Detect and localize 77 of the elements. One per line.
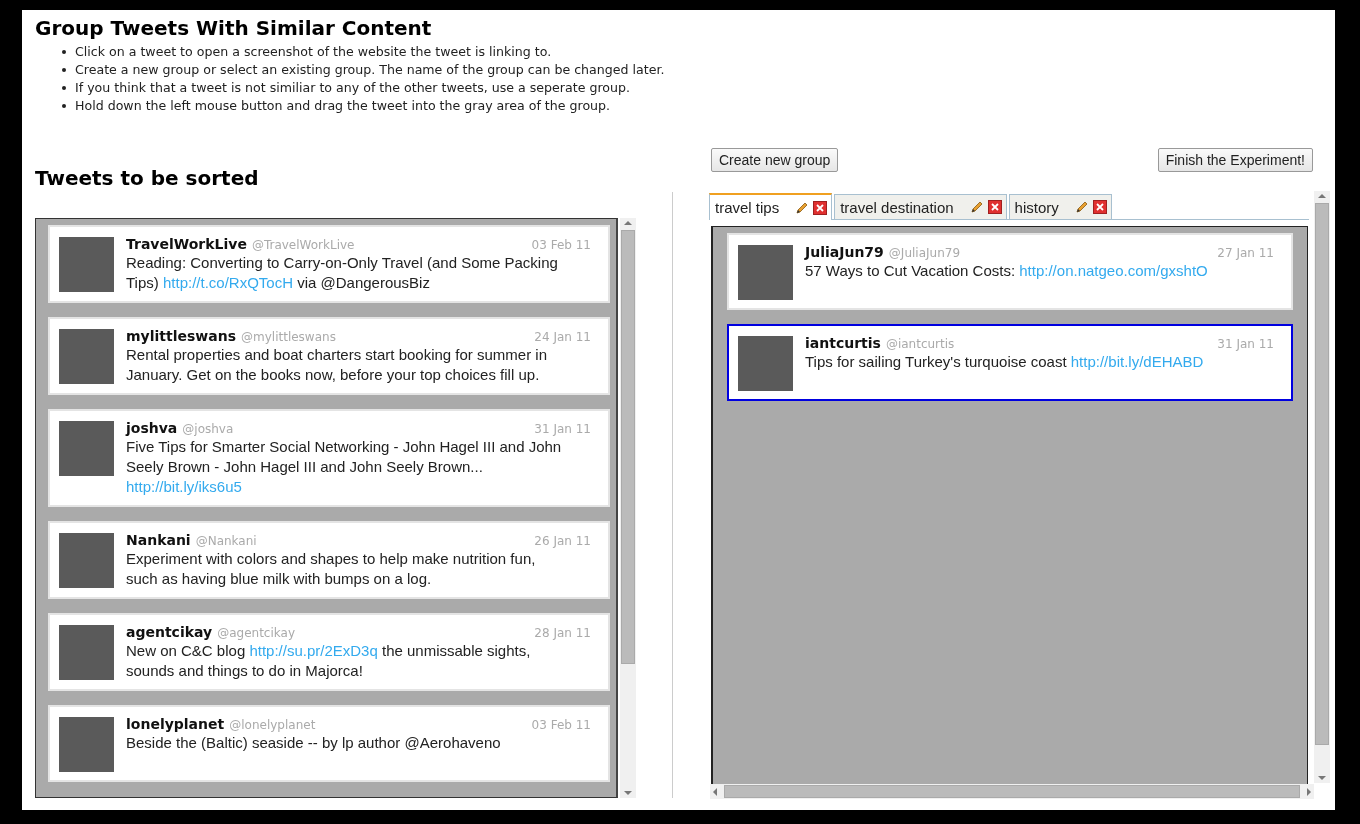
tweet-card[interactable]: joshva @joshva 31 Jan 11 Five Tips for Smarter Social Networking - John Hagel III and John Seely Brown - John Hagel III and John Seely Brown... http://bit.ly/iks6u5 <box>48 409 610 507</box>
bullet-icon <box>62 104 66 108</box>
scroll-down-arrow-icon[interactable] <box>623 788 633 798</box>
bullet-icon <box>62 86 66 90</box>
tweet-text: 57 Ways to Cut Vacation Costs: http://on.natgeo.com/gxshtO <box>805 261 1209 281</box>
tweet-text: Beside the (Baltic) seaside -- by lp author @Aerohaveno <box>126 733 502 753</box>
tweet-text: Five Tips for Smarter Social Networking - John Hagel III and John Seely Brown - John Hagel III and John Seely Brown... http://bit.ly/iks6u5 <box>126 437 563 497</box>
group-tab[interactable]: history <box>1008 194 1112 219</box>
avatar-placeholder <box>59 717 114 772</box>
instruction-text: Create a new group or select an existing group. The name of the group can be changed later. <box>75 61 665 79</box>
group-tab[interactable]: travel tips <box>709 193 833 220</box>
user-name: mylittleswans <box>126 328 236 344</box>
close-icon[interactable] <box>1092 200 1107 214</box>
tweet-card[interactable]: JuliaJun79 @JuliaJun79 27 Jan 11 57 Ways to Cut Vacation Costs: http://on.natgeo.com/gxshtO <box>727 233 1293 310</box>
tweet-card[interactable]: lonelyplanet @lonelyplanet 03 Feb 11 Beside the (Baltic) seaside -- by lp author @Aerohaveno <box>48 705 610 782</box>
tweet-card[interactable]: TravelWorkLive @TravelWorkLive 03 Feb 11 Reading: Converting to Carry-on-Only Travel (and Some Packing Tips) http://t.co/RxQTocH via @DangerousBiz <box>48 225 610 303</box>
scroll-down-arrow-icon[interactable] <box>1317 773 1327 783</box>
user-handle: @agentcikay <box>217 626 295 640</box>
scrollbar[interactable] <box>710 784 1314 799</box>
user-handle: @TravelWorkLive <box>251 238 355 252</box>
tweet-card[interactable]: agentcikay @agentcikay 28 Jan 11 New on C&C blog http://su.pr/2ExD3q the unmissable sights, sounds and things to do in Majorca! <box>48 613 610 691</box>
avatar-placeholder <box>59 421 114 476</box>
section-heading: Tweets to be sorted <box>35 166 260 190</box>
scrollbar[interactable] <box>620 218 636 798</box>
tweet-text: Tips for sailing Turkey's turquoise coast http://bit.ly/dEHABD <box>805 352 1205 372</box>
bullet-icon <box>62 68 66 72</box>
pencil-icon[interactable] <box>1074 200 1089 214</box>
tweet-text: Experiment with colors and shapes to help make nutrition fun, such as having blue milk with bumps on a log. <box>126 549 537 589</box>
user-handle: @joshva <box>182 422 234 436</box>
avatar-placeholder <box>59 533 114 588</box>
page-title: Group Tweets With Similar Content <box>35 16 433 40</box>
tweet-date: 26 Jan 11 <box>534 534 592 548</box>
user-name: agentcikay <box>126 624 213 640</box>
bullet-icon <box>62 50 66 54</box>
tweet-date: 24 Jan 11 <box>534 330 592 344</box>
user-name: iantcurtis <box>805 335 881 351</box>
close-icon[interactable] <box>813 200 828 215</box>
tweet-text: Reading: Converting to Carry-on-Only Travel (and Some Packing Tips) http://t.co/RxQTocH via @DangerousBiz <box>126 253 559 293</box>
user-name: Nankani <box>126 532 191 548</box>
tweet-date: 03 Feb 11 <box>531 238 592 252</box>
tweet-card[interactable]: Nankani @Nankani 26 Jan 11 Experiment with colors and shapes to help make nutrition fun, such as having blue milk with bumps on a log. <box>48 521 610 599</box>
avatar-placeholder <box>59 625 114 680</box>
user-handle: @lonelyplanet <box>229 718 316 732</box>
user-name: TravelWorkLive <box>126 236 247 252</box>
user-handle: @iantcurtis <box>885 337 955 351</box>
tweet-date: 03 Feb 11 <box>531 718 592 732</box>
user-handle: @mylittleswans <box>241 330 336 344</box>
tweet-date: 28 Jan 11 <box>534 626 592 640</box>
instruction-text: Hold down the left mouse button and drag the tweet into the gray area of the group. <box>75 97 611 115</box>
avatar-placeholder <box>59 329 114 384</box>
scroll-up-arrow-icon[interactable] <box>623 218 633 228</box>
scrollbar[interactable] <box>1314 191 1330 783</box>
avatar-placeholder <box>59 237 114 292</box>
scroll-up-arrow-icon[interactable] <box>1317 191 1327 201</box>
create-group-button[interactable]: Create new group <box>711 148 839 172</box>
finish-button[interactable]: Finish the Experiment! <box>1157 148 1313 172</box>
close-icon[interactable] <box>987 200 1002 214</box>
user-name: JuliaJun79 <box>805 244 884 260</box>
instruction-text: If you think that a tweet is not similiar to any of the other tweets, use a seperate group. <box>75 79 631 97</box>
group-tab[interactable]: travel destination <box>834 194 1007 219</box>
tweet-date: 31 Jan 11 <box>1217 337 1275 351</box>
tweet-text: Rental properties and boat charters start booking for summer in January. Get on the books now, before your top choices fill up. <box>126 345 549 385</box>
pencil-icon[interactable] <box>969 200 984 214</box>
tweet-card[interactable]: mylittleswans @mylittleswans 24 Jan 11 Rental properties and boat charters start booking for summer in January. Get on the books now, before your top choices fill up. <box>48 317 610 395</box>
user-name: lonelyplanet <box>126 716 225 732</box>
avatar-placeholder <box>738 336 793 391</box>
tweet-text: New on C&C blog http://su.pr/2ExD3q the unmissable sights, sounds and things to do in Majorca! <box>126 641 532 681</box>
avatar-placeholder <box>738 245 793 300</box>
user-name: joshva <box>126 420 178 436</box>
instruction-text: Click on a tweet to open a screenshot of the website the tweet is linking to. <box>75 43 552 61</box>
tweet-date: 31 Jan 11 <box>534 422 592 436</box>
tweet-date: 27 Jan 11 <box>1217 246 1275 260</box>
user-handle: @JuliaJun79 <box>888 246 961 260</box>
user-handle: @Nankani <box>195 534 257 548</box>
scroll-right-arrow-icon[interactable] <box>1304 786 1314 797</box>
pencil-icon[interactable] <box>795 200 810 215</box>
tweet-card[interactable]: iantcurtis @iantcurtis 31 Jan 11 Tips for sailing Turkey's turquoise coast http://bit.ly/dEHABD <box>727 324 1293 401</box>
